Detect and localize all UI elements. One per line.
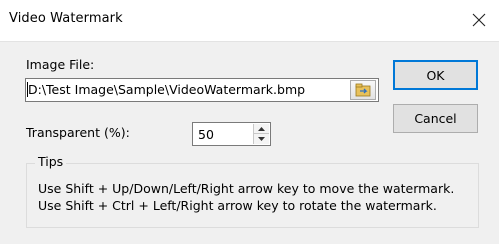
close-icon — [472, 13, 486, 27]
down-arrow-icon — [258, 137, 265, 141]
transparent-spinner[interactable]: 50 — [192, 122, 271, 146]
close-button[interactable] — [463, 4, 495, 36]
cancel-button[interactable]: Cancel — [393, 104, 478, 133]
tips-title: Tips — [35, 154, 67, 169]
folder-icon — [355, 83, 371, 97]
browse-button[interactable] — [350, 80, 376, 100]
transparent-value: 50 — [198, 127, 214, 142]
spin-down-button[interactable] — [254, 134, 269, 144]
video-watermark-dialog: Video Watermark Image File: D:\Test Imag… — [0, 0, 499, 244]
tip-line: Use Shift + Ctrl + Left/Right arrow key … — [38, 198, 437, 213]
tip-line: Use Shift + Up/Down/Left/Right arrow key… — [38, 181, 455, 196]
transparent-label: Transparent (%): — [26, 125, 130, 140]
image-file-input[interactable]: D:\Test Image\Sample\VideoWatermark.bmp — [25, 78, 379, 102]
dialog-title: Video Watermark — [9, 11, 123, 26]
spin-up-button[interactable] — [254, 124, 269, 134]
title-bar: Video Watermark — [0, 0, 499, 42]
spinner-buttons — [253, 124, 269, 144]
up-arrow-icon — [258, 126, 265, 131]
image-file-label: Image File: — [26, 57, 95, 72]
image-file-path: D:\Test Image\Sample\VideoWatermark.bmp — [28, 82, 306, 97]
ok-button[interactable]: OK — [393, 60, 478, 90]
text-caret — [27, 82, 28, 97]
